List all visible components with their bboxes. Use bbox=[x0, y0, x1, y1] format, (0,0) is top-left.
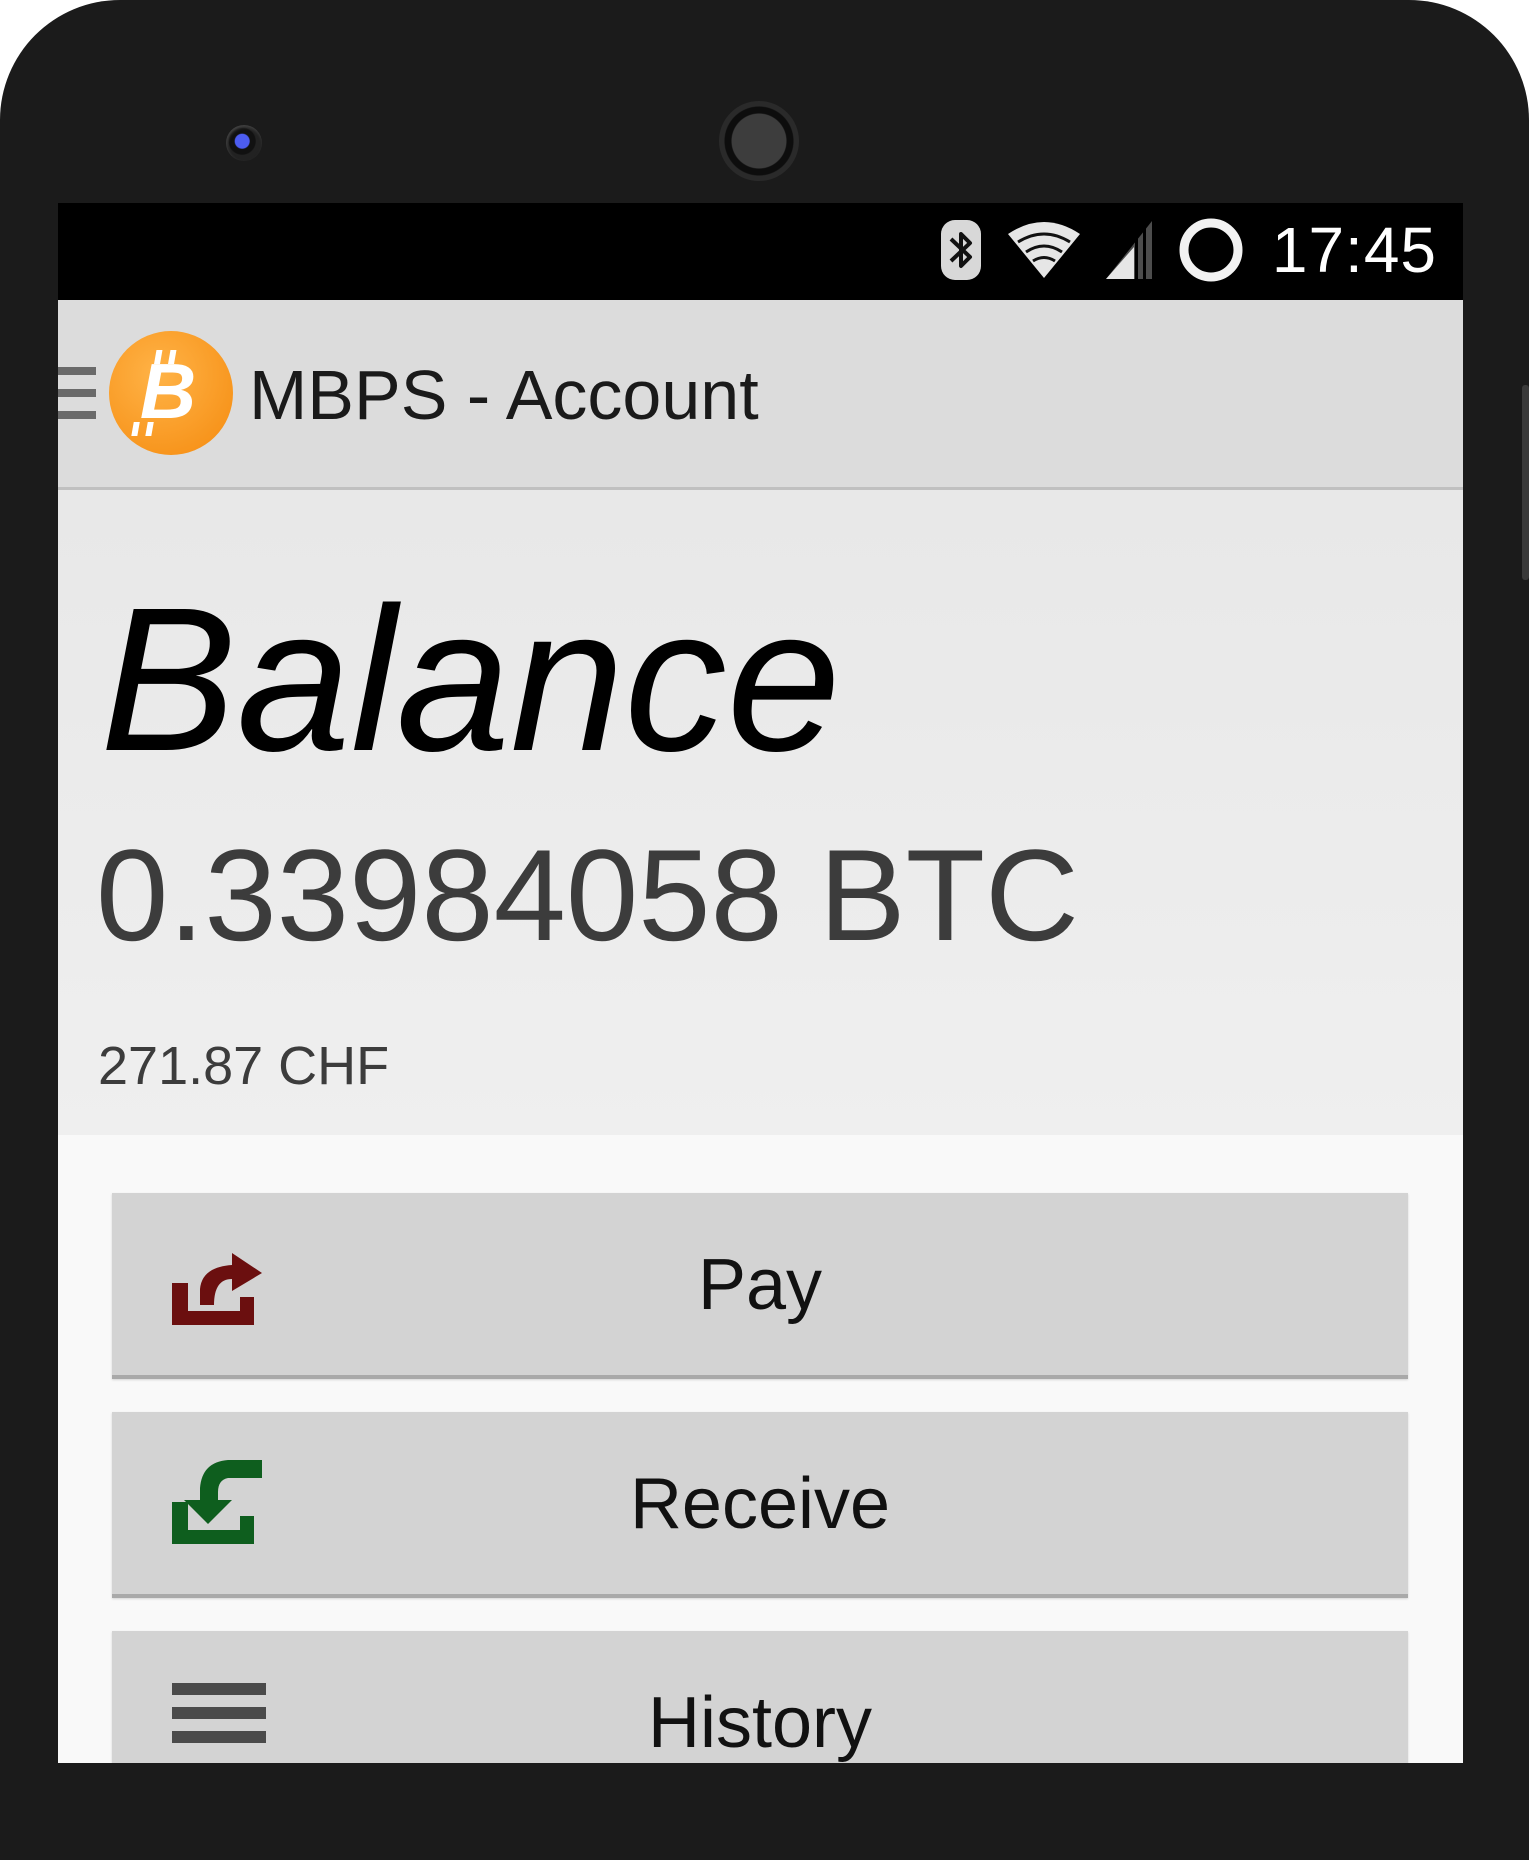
front-camera bbox=[719, 101, 799, 181]
balance-panel: Balance 0.33984058 BTC 271.87 CHF bbox=[58, 490, 1463, 1135]
pay-button[interactable]: Pay bbox=[112, 1193, 1408, 1379]
app-screen: 17:45 B MBPS - Account Balance 0.3398405… bbox=[58, 203, 1463, 1763]
history-button[interactable]: History bbox=[112, 1631, 1408, 1763]
status-clock: 17:45 bbox=[1271, 214, 1437, 286]
fiat-balance: 271.87 CHF bbox=[98, 1036, 390, 1096]
history-button-label: History bbox=[647, 1683, 872, 1763]
bluetooth-icon bbox=[940, 220, 981, 280]
status-icons: 17:45 bbox=[938, 214, 1437, 286]
wifi-icon bbox=[1007, 222, 1080, 278]
receive-button-label: Receive bbox=[629, 1464, 891, 1544]
proximity-sensor bbox=[226, 125, 262, 161]
sync-circle-icon bbox=[1179, 218, 1243, 282]
pay-button-label: Pay bbox=[697, 1245, 823, 1325]
balance-heading: Balance bbox=[100, 565, 841, 794]
bitcoin-logo-icon[interactable]: B bbox=[108, 330, 234, 456]
btc-balance: 0.33984058 BTC bbox=[96, 822, 1079, 968]
status-bar: 17:45 bbox=[58, 203, 1463, 300]
phone-body: 17:45 B MBPS - Account Balance 0.3398405… bbox=[0, 0, 1529, 1860]
cell-signal-icon bbox=[1105, 221, 1152, 279]
device-frame: 17:45 B MBPS - Account Balance 0.3398405… bbox=[0, 0, 1529, 1860]
hamburger-menu-icon[interactable] bbox=[58, 367, 96, 423]
page-title: MBPS - Account bbox=[249, 356, 759, 434]
receive-button[interactable]: Receive bbox=[112, 1412, 1408, 1598]
bitcoin-logo-symbol: B bbox=[140, 347, 196, 435]
action-bar: B MBPS - Account bbox=[58, 300, 1463, 490]
volume-button bbox=[1522, 385, 1529, 580]
